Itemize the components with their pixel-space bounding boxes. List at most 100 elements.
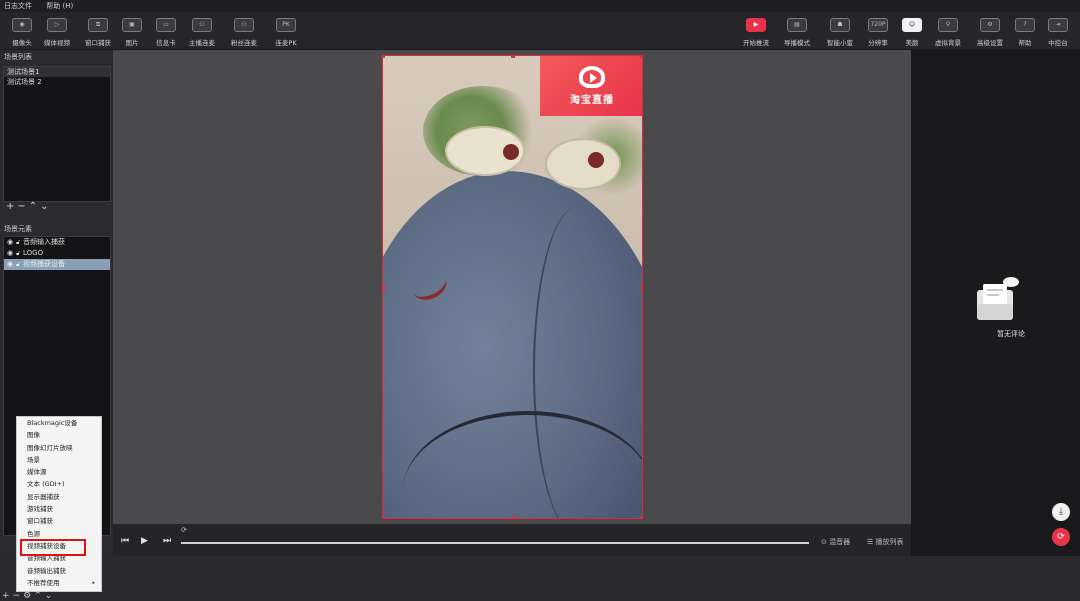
toolbar-label: 中控台	[1048, 39, 1068, 47]
toolbar-button[interactable]: ⇥ 中控台	[1038, 18, 1078, 47]
taobao-live-logo-icon	[579, 66, 605, 88]
scene-item[interactable]: 测试场景 2	[4, 77, 110, 87]
previous-icon[interactable]: ⏮	[121, 536, 129, 546]
toolbar-button[interactable]: ▷ 媒体视频	[37, 18, 77, 47]
visibility-eye-icon[interactable]: ◉	[7, 259, 13, 270]
mixer-button[interactable]: ⊙ 混音器	[821, 537, 850, 547]
toolbar-label: 媒体视频	[44, 39, 70, 47]
add-scene-button[interactable]: +	[6, 201, 17, 212]
context-menu-item[interactable]: 窗口捕获	[17, 515, 101, 527]
toolbar-label: 分辨率	[868, 39, 888, 47]
toolbar-label: 虚拟背景	[935, 39, 961, 47]
lock-icon[interactable]: 🔓︎	[16, 237, 20, 248]
toolbar-button[interactable]: ☗ 智能小蜜	[820, 18, 860, 47]
remove-scene-button[interactable]: −	[17, 201, 28, 212]
resize-handle[interactable]	[511, 516, 515, 518]
toolbar-button[interactable]: ◉ 摄像头	[2, 18, 42, 47]
toolbar-label: 美颜	[905, 39, 919, 47]
context-menu-item[interactable]: Blackmagic设备	[17, 417, 101, 429]
resize-handle[interactable]	[383, 56, 385, 58]
context-menu-item[interactable]: 不推荐使用 ▸	[17, 577, 101, 589]
scene-item[interactable]: 测试场景1	[4, 67, 110, 77]
taobao-live-logo[interactable]: 淘宝直播	[540, 56, 642, 116]
toolbar-button[interactable]: ⚇ 粉丝连麦	[224, 18, 264, 47]
context-menu-item[interactable]: 场景	[17, 454, 101, 466]
toolbar-label: 图片	[125, 39, 139, 47]
move-down-button[interactable]: ⌄	[45, 591, 56, 601]
next-icon[interactable]: ⏭	[163, 536, 171, 546]
menu-bar: 日志文件 帮助 (H)	[0, 0, 1080, 12]
lock-icon[interactable]: 🔓︎	[16, 248, 20, 259]
context-menu-item[interactable]: 图像幻灯片放映	[17, 442, 101, 454]
context-menu-item[interactable]: 显示器捕获	[17, 491, 101, 503]
visibility-eye-icon[interactable]: ◉	[7, 248, 13, 259]
resize-handle[interactable]	[640, 516, 642, 518]
resize-handle[interactable]	[383, 286, 385, 290]
context-menu-label: 色源	[27, 529, 40, 538]
plush-pupil	[503, 144, 519, 160]
toolbar-button[interactable]: PK 连麦PK	[266, 18, 306, 47]
submenu-arrow-icon: ▸	[92, 579, 95, 586]
info-card-icon: ▭	[156, 18, 176, 32]
resize-handle[interactable]	[640, 286, 642, 290]
assistant-icon: ☗	[830, 18, 850, 32]
toolbar-label: 主播连麦	[189, 39, 215, 47]
element-label: 视频捕获设备	[23, 260, 65, 268]
move-down-button[interactable]: ⌄	[40, 201, 51, 212]
context-menu-item[interactable]: 媒体源	[17, 466, 101, 478]
lock-icon[interactable]: 🔓︎	[16, 259, 20, 270]
mixer-label: 混音器	[829, 538, 851, 546]
resize-handle[interactable]	[511, 56, 515, 58]
toolbar-button[interactable]: ▤ 导播模式	[777, 18, 817, 47]
menu-help[interactable]: 帮助 (H)	[46, 2, 73, 10]
window-capture-icon: ⧉	[88, 18, 108, 32]
move-up-button[interactable]: ⌃	[34, 591, 45, 601]
resize-handle[interactable]	[640, 56, 642, 58]
fan-link-icon: ⚇	[234, 18, 254, 32]
move-up-button[interactable]: ⌃	[29, 201, 40, 212]
console-icon: ⇥	[1048, 18, 1068, 32]
loop-icon[interactable]: ⟳	[181, 526, 187, 534]
toolbar-button[interactable]: ⚲ 虚拟背景	[928, 18, 968, 47]
scene-list: 测试场景1 测试场景 2	[3, 66, 111, 202]
refresh-icon[interactable]: ⟳	[1052, 528, 1070, 546]
plush-eye-right	[545, 138, 621, 190]
context-menu-item[interactable]: 游戏捕获	[17, 503, 101, 515]
playlist-button[interactable]: ☰ 播放列表	[867, 537, 904, 547]
visibility-eye-icon[interactable]: ◉	[7, 237, 13, 248]
play-icon[interactable]: ▶	[141, 536, 148, 546]
toolbar-button[interactable]: ▶ 开始推流	[736, 18, 776, 47]
context-menu-item[interactable]: 图像	[17, 429, 101, 441]
context-menu-label: 图像幻灯片放映	[27, 443, 73, 452]
toolbar-button[interactable]: ⚙ 高级设置	[970, 18, 1010, 47]
toolbar-button[interactable]: ☺ 美颜	[892, 18, 932, 47]
resize-handle[interactable]	[383, 516, 385, 518]
download-icon[interactable]: ⤓	[1052, 503, 1070, 521]
toolbar-label: 智能小蜜	[827, 39, 853, 47]
menu-logs[interactable]: 日志文件	[4, 2, 32, 10]
gear-icon[interactable]: ⚙	[23, 591, 34, 601]
toolbar-label: 窗口捕获	[85, 39, 111, 47]
element-label: LOGO	[23, 249, 44, 257]
toolbar-button[interactable]: ▭ 信息卡	[146, 18, 186, 47]
context-menu-label: 场景	[27, 455, 40, 464]
element-item-selected[interactable]: ◉ 🔓︎ 视频捕获设备	[4, 259, 110, 270]
scene-elements-title: 场景元素	[4, 225, 32, 233]
playback-progress-track[interactable]	[181, 542, 809, 544]
element-item[interactable]: ◉ 🔓︎ 音频输入捕获	[4, 237, 110, 248]
playback-bar: ⟳ ⏮ ▶ ⏭ ⊙ 混音器 ☰ 播放列表	[113, 524, 911, 556]
toolbar-label: 摄像头	[12, 39, 32, 47]
logo-text: 淘宝直播	[570, 95, 614, 106]
left-panel: 场景列表 测试场景1 测试场景 2 +−⌃⌄ 场景元素 ◉ 🔓︎ 音频输入捕获 …	[0, 50, 113, 601]
toolbar-label: 连麦PK	[275, 39, 297, 47]
plush-pupil	[588, 152, 604, 168]
empty-comments-illustration	[977, 277, 1019, 320]
element-item[interactable]: ◉ 🔓︎ LOGO	[4, 248, 110, 259]
remove-element-button[interactable]: −	[13, 591, 24, 601]
image-icon: ▣	[122, 18, 142, 32]
add-element-button[interactable]: +	[2, 591, 13, 601]
preview-canvas[interactable]: 淘宝直播	[382, 55, 643, 519]
toolbar-button[interactable]: ⚇ 主播连麦	[182, 18, 222, 47]
context-menu-item[interactable]: 文本 (GDI+)	[17, 478, 101, 490]
context-menu-item[interactable]: 音频输出捕获	[17, 565, 101, 577]
